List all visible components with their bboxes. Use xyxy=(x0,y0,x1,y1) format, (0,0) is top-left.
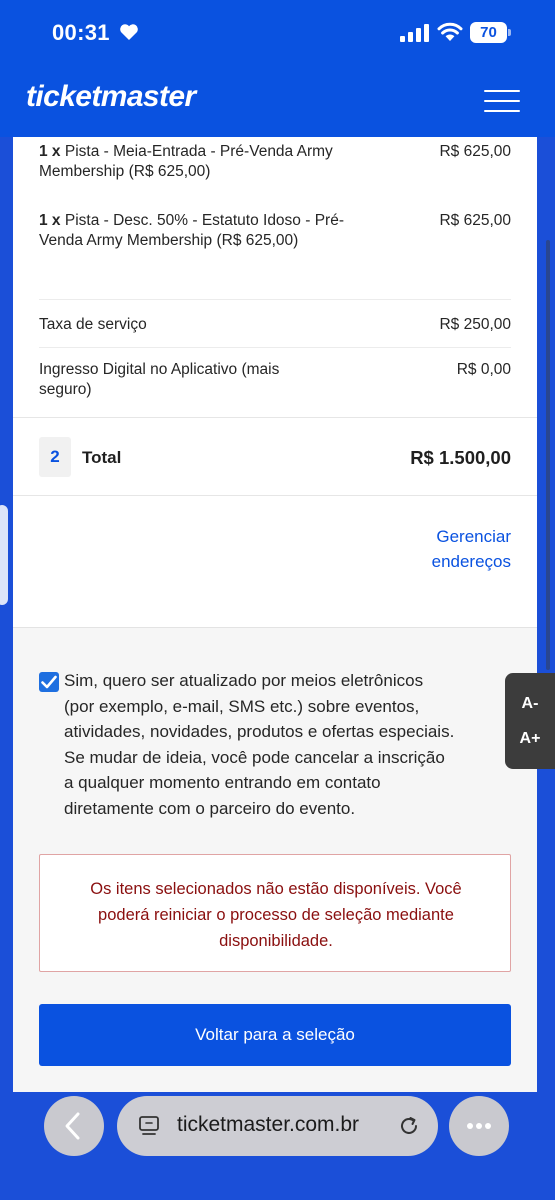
hamburger-menu-icon[interactable] xyxy=(484,90,520,112)
alert-line: Os itens selecionados não estão disponív… xyxy=(90,880,462,898)
consent-line: Se mudar de ideia, você pode cancelar a … xyxy=(64,747,445,767)
heart-icon xyxy=(120,24,138,40)
ticket-count-badge: 2 xyxy=(39,437,71,477)
back-to-selection-button[interactable]: Voltar para a seleção xyxy=(39,1004,511,1066)
alert-message: Os itens selecionados não estão disponív… xyxy=(54,876,498,954)
order-summary-card: 1 x Pista - Meia-Entrada - Pré-Venda Arm… xyxy=(13,137,537,627)
status-time: 00:31 xyxy=(52,20,110,45)
ticketmaster-logo[interactable]: ticketmaster xyxy=(26,80,196,114)
total-row: 2 Total R$ 1.500,00 xyxy=(39,437,511,477)
order-item-qty: 1 x xyxy=(39,212,61,229)
divider xyxy=(13,495,537,496)
more-dots-icon xyxy=(467,1123,491,1129)
wifi-icon xyxy=(437,22,463,41)
alert-line: disponibilidade. xyxy=(219,932,333,950)
page-margin-left xyxy=(0,137,13,1100)
divider xyxy=(39,299,511,300)
decrease-font-button[interactable]: A- xyxy=(505,695,555,713)
marketing-consent-label[interactable]: Sim, quero ser atualizado por meios elet… xyxy=(64,668,504,821)
status-bar: 00:31 70 xyxy=(0,0,555,62)
page-icon[interactable] xyxy=(137,1114,161,1138)
order-item-price: R$ 625,00 xyxy=(439,143,511,160)
total-value: R$ 1.500,00 xyxy=(410,447,511,468)
fee-price: R$ 250,00 xyxy=(439,316,511,333)
chevron-left-icon xyxy=(65,1112,80,1140)
browser-more-button[interactable] xyxy=(449,1096,509,1156)
battery-icon: 70 xyxy=(470,22,512,43)
order-item-qty: 1 x xyxy=(39,143,61,160)
marketing-consent-checkbox[interactable] xyxy=(39,672,59,692)
consent-line: Sim, quero ser atualizado por meios elet… xyxy=(64,671,424,690)
consent-line: atividades, novidades, produtos e oferta… xyxy=(64,722,455,741)
divider xyxy=(13,417,537,418)
order-item-description: 1 x Pista - Meia-Entrada - Pré-Venda Arm… xyxy=(39,142,359,182)
battery-level: 70 xyxy=(470,22,507,43)
checkmark-icon xyxy=(41,675,57,689)
address-bar[interactable]: ticketmaster.com.br xyxy=(117,1096,438,1156)
unavailable-items-alert: Os itens selecionados não estão disponív… xyxy=(39,854,511,972)
fee-description: Taxa de serviço xyxy=(39,316,147,333)
consent-line: diretamente com o parceiro do evento. xyxy=(64,798,356,818)
page-scrollbar[interactable] xyxy=(546,240,550,670)
order-item-text: Pista - Desc. 50% - Estatuto Idoso - Pré… xyxy=(39,212,344,249)
consent-line: (por exemplo, e-mail, SMS etc.) sobre ev… xyxy=(64,696,420,716)
signal-icon xyxy=(400,24,429,42)
url-text[interactable]: ticketmaster.com.br xyxy=(177,1113,359,1137)
checkout-actions-section: Sim, quero ser atualizado por meios elet… xyxy=(13,627,537,1092)
manage-addresses-link[interactable]: Gerenciar endereços xyxy=(432,524,511,574)
divider xyxy=(39,347,511,348)
top-bar: 00:31 70 ticketmaster xyxy=(0,0,555,137)
font-size-widget: A- A+ xyxy=(505,673,555,769)
alert-line: poderá reiniciar o processo de seleção m… xyxy=(98,906,454,924)
order-item-price: R$ 625,00 xyxy=(439,212,511,229)
fee-description: Ingresso Digital no Aplicativo (mais seg… xyxy=(39,361,280,398)
browser-back-button[interactable] xyxy=(44,1096,104,1156)
order-item-description: 1 x Pista - Desc. 50% - Estatuto Idoso -… xyxy=(39,211,359,251)
consent-line: a qualquer momento entrando em contato xyxy=(64,773,381,792)
order-item-text: Pista - Meia-Entrada - Pré-Venda Army Me… xyxy=(39,143,333,180)
increase-font-button[interactable]: A+ xyxy=(505,730,555,748)
manage-addresses-line[interactable]: endereços xyxy=(432,549,511,574)
reload-icon[interactable] xyxy=(397,1114,421,1138)
manage-addresses-line[interactable]: Gerenciar xyxy=(432,524,511,549)
battery-tip xyxy=(508,29,511,36)
fee-price: R$ 0,00 xyxy=(456,361,511,378)
total-label: Total xyxy=(82,448,122,467)
background-shape xyxy=(0,505,8,605)
